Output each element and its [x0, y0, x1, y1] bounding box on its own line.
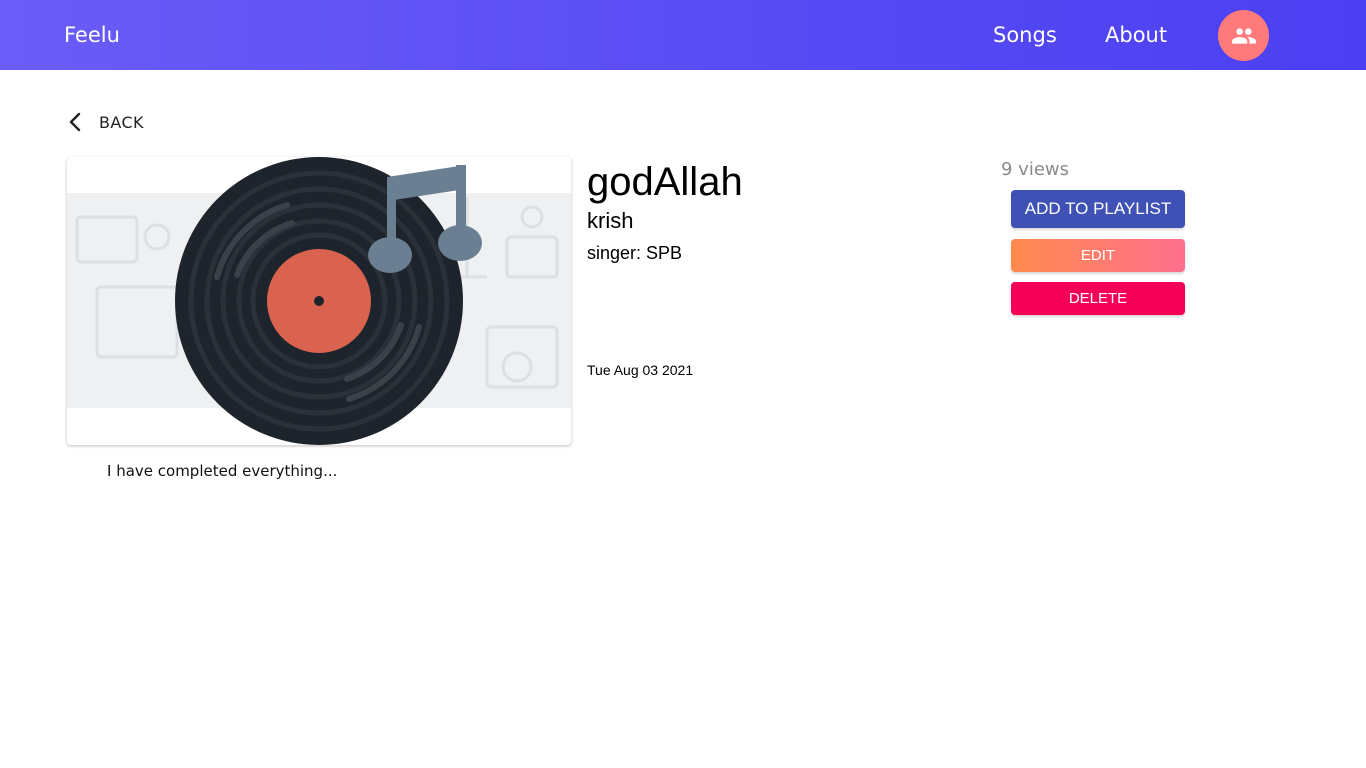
song-description: I have completed everything... [107, 462, 338, 480]
delete-button[interactable]: DELETE [1011, 282, 1185, 315]
back-label: BACK [99, 112, 144, 132]
song-artist: krish [587, 208, 634, 233]
song-date: Tue Aug 03 2021 [587, 362, 694, 378]
back-button[interactable]: BACK [66, 110, 144, 134]
navbar: Feelu Songs About [0, 0, 1366, 70]
song-cover-image [67, 157, 571, 445]
edit-button[interactable]: EDIT [1011, 239, 1185, 272]
nav-link-songs[interactable]: Songs [993, 23, 1057, 47]
chevron-left-icon [66, 110, 86, 134]
view-count: 9 views [1001, 159, 1070, 180]
add-to-playlist-button[interactable]: ADD TO PLAYLIST [1011, 190, 1185, 228]
song-title: godAllah [587, 160, 743, 204]
song-singer: singer: SPB [587, 243, 683, 263]
people-icon [1231, 27, 1256, 44]
user-avatar-button[interactable] [1218, 10, 1269, 61]
vinyl-record-music-note-icon [67, 157, 571, 445]
nav-link-about[interactable]: About [1105, 23, 1167, 47]
brand-logo[interactable]: Feelu [64, 23, 120, 47]
